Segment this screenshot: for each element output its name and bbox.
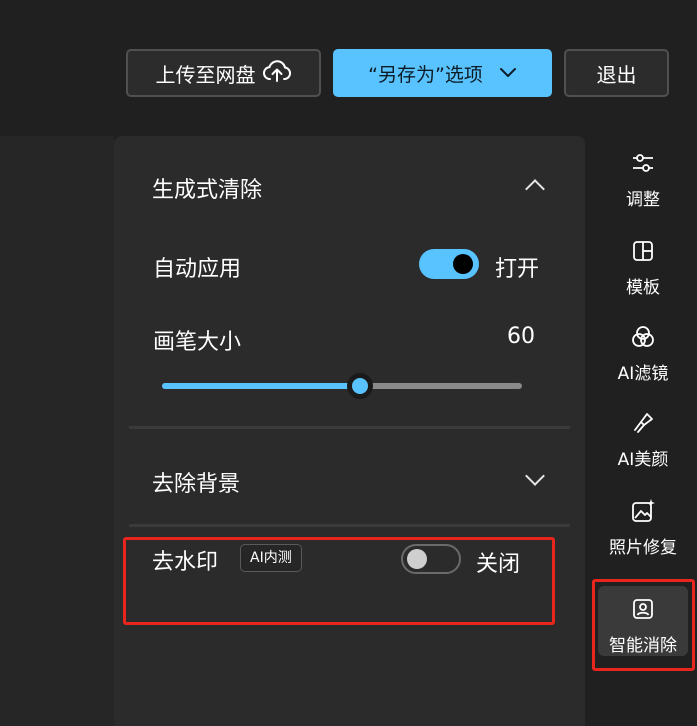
chevron-down-icon[interactable] [525,466,545,486]
photo-repair-icon [630,498,656,524]
auto-apply-label: 自动应用 [153,257,242,282]
smart-erase-panel: 生成式清除 自动应用 打开 画笔大小 60 去除背景 去水印 AI内测 关闭 [114,136,585,726]
rail-item-template[interactable]: 模板 [590,226,696,300]
brush-size-slider[interactable] [162,373,522,399]
toggle-knob [453,254,473,274]
save-as-button-label: “另存为”选项 [368,63,483,86]
chevron-up-icon[interactable] [525,179,545,199]
smart-erase-icon [630,596,656,622]
rail-label-adjust: 调整 [626,190,660,210]
photo-editor-window: 上传至网盘 “另存为”选项 退出 生成式清除 自动应用 打开 画笔大小 60 去… [0,0,697,726]
toggle-knob [407,549,427,569]
chevron-down-icon [499,62,517,84]
remove-watermark-state: 关闭 [476,552,521,577]
rail-item-ai-beauty[interactable]: AI美颜 [590,398,696,472]
rail-item-ai-filter[interactable]: AI滤镜 [590,312,696,386]
rail-item-photo-repair[interactable]: 照片修复 [590,486,696,560]
rail-label-smart-erase: 智能消除 [609,636,677,656]
remove-background-title: 去除背景 [152,472,241,497]
section-divider [129,524,570,527]
auto-apply-state: 打开 [495,257,540,282]
rail-label-ai-beauty: AI美颜 [617,450,669,470]
template-icon [630,238,656,264]
upload-to-cloud-button[interactable]: 上传至网盘 [126,49,321,97]
auto-apply-toggle[interactable] [419,249,479,279]
rail-item-adjust[interactable]: 调整 [590,138,696,212]
top-toolbar: 上传至网盘 “另存为”选项 退出 [0,0,697,118]
remove-watermark-label: 去水印 [152,550,219,575]
ai-beauty-icon [630,410,656,436]
brush-size-label: 画笔大小 [153,330,242,355]
rail-label-template: 模板 [626,278,660,298]
section-divider [129,426,570,429]
cloud-upload-icon [262,59,292,88]
remove-watermark-toggle[interactable] [401,544,461,574]
image-canvas-area[interactable] [0,136,114,726]
generative-erase-title: 生成式清除 [152,178,263,203]
sliders-icon [630,150,656,176]
brush-size-value: 60 [507,324,535,349]
ai-beta-badge: AI内测 [240,544,302,572]
rail-label-photo-repair: 照片修复 [609,538,677,558]
exit-button[interactable]: 退出 [564,49,669,97]
rail-item-smart-erase[interactable]: 智能消除 [590,584,696,658]
rail-label-ai-filter: AI滤镜 [617,364,669,384]
upload-button-label: 上传至网盘 [155,62,256,87]
ai-filter-icon [630,324,656,350]
save-as-options-button[interactable]: “另存为”选项 [333,49,552,97]
slider-thumb[interactable] [347,373,373,399]
slider-fill [162,383,360,389]
